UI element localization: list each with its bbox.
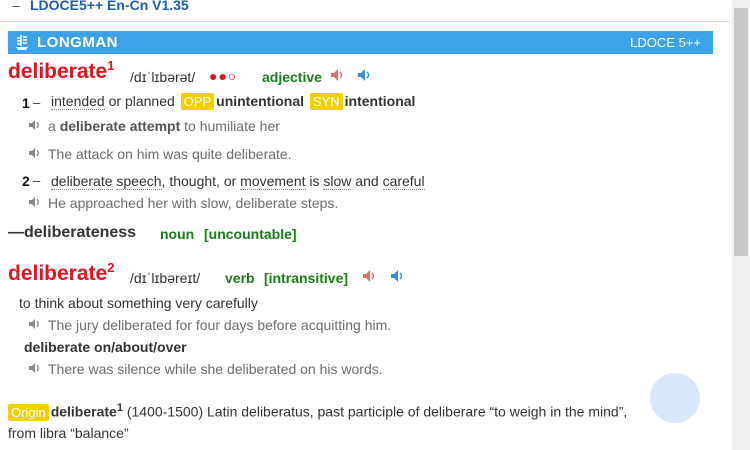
headword-2: deliberate2: [8, 260, 115, 286]
syn-tag: SYN: [309, 93, 343, 110]
uk-speaker-icon[interactable]: [330, 68, 346, 82]
example-4: The jury deliberated for four days befor…: [48, 317, 392, 333]
sense-number: 1: [22, 95, 30, 111]
frequency-dots: ●●○: [209, 68, 238, 84]
origin-tag: Origin: [8, 403, 49, 421]
homograph-number: 1: [107, 58, 115, 73]
sense-dash: –: [33, 95, 41, 110]
sense-1-definition: intended or planned OPP unintentional SYN…: [51, 93, 416, 110]
sense-2-definition: deliberate speech, thought, or movement …: [51, 173, 425, 190]
headword-text: deliberate: [8, 262, 108, 285]
grammar-label: [uncountable]: [204, 226, 297, 242]
ship-logo-icon: [16, 35, 28, 50]
origin-line-2: from libra “balance”: [8, 425, 129, 441]
collapse-button[interactable]: −: [10, 0, 22, 13]
part-of-speech: adjective: [262, 69, 322, 85]
banner-title: LONGMAN: [37, 34, 118, 51]
sense-number: 2: [22, 173, 30, 189]
header-divider: [0, 21, 730, 22]
example-speaker-icon[interactable]: [28, 318, 42, 330]
example-speaker-icon[interactable]: [28, 147, 42, 159]
grammar-label: [intransitive]: [264, 270, 349, 286]
uk-speaker-icon[interactable]: [362, 269, 378, 283]
example-1: a deliberate attempt to humiliate her: [48, 118, 280, 134]
sense-dash: –: [33, 173, 41, 188]
opp-tag: OPP: [180, 93, 215, 110]
dictionary-header: − LDOCE5++ En-Cn V1.35: [0, 0, 730, 18]
origin-line: Origin deliberate1 (1400-1500) Latin deli…: [8, 402, 627, 421]
dictionary-name[interactable]: LDOCE5++ En-Cn V1.35: [30, 0, 189, 13]
headword-1: deliberate1: [8, 58, 115, 84]
example-speaker-icon[interactable]: [28, 362, 42, 374]
headword-text: deliberate: [8, 60, 108, 83]
banner-edition: LDOCE 5++: [630, 35, 701, 50]
definition: to think about something very carefully: [19, 295, 258, 311]
part-of-speech: verb: [225, 270, 255, 286]
pronunciation: /dɪˈlɪbəreɪt/: [130, 270, 201, 286]
example-speaker-icon[interactable]: [28, 119, 42, 131]
vertical-scrollbar[interactable]: [732, 0, 750, 450]
example-2: The attack on him was quite deliberate.: [48, 146, 292, 162]
us-speaker-icon[interactable]: [357, 68, 373, 82]
homograph-number: 2: [107, 260, 115, 275]
phrase-pattern: deliberate on/about/over: [24, 339, 187, 355]
def-word: intended: [51, 93, 105, 110]
run-on-pos: noun: [160, 226, 195, 242]
us-speaker-icon[interactable]: [390, 269, 406, 283]
longman-banner: LONGMAN LDOCE 5++: [8, 31, 713, 54]
example-3: He approached her with slow, deliberate …: [48, 195, 339, 211]
run-on-word: —deliberateness: [8, 224, 137, 241]
example-5: There was silence while she deliberated …: [48, 361, 383, 377]
watermark-logo-icon: [650, 373, 700, 423]
scrollbar-thumb[interactable]: [734, 8, 748, 256]
example-speaker-icon[interactable]: [28, 196, 42, 208]
pronunciation: /dɪˈlɪbərət/: [130, 69, 196, 85]
